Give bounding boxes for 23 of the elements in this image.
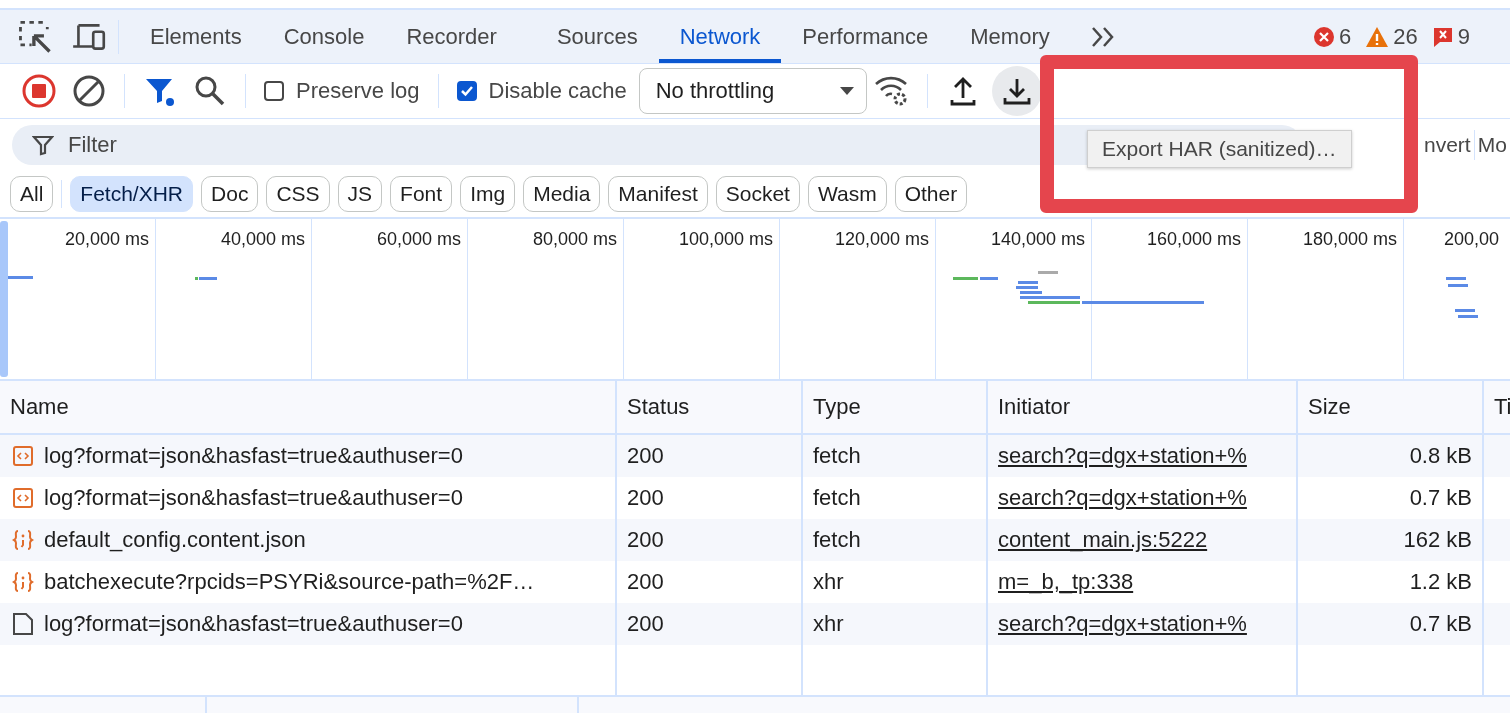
table-cell: 200 — [617, 603, 803, 645]
time-tick-label: 100,000 ms — [678, 229, 773, 251]
table-cell: 0.8 kB — [1298, 435, 1484, 477]
time-tick-label: 120,000 ms — [834, 229, 929, 251]
time-tick-label: 60,000 ms — [376, 229, 461, 251]
issues-count: 9 — [1457, 23, 1470, 50]
table-cell: 162 kB — [1298, 519, 1484, 561]
time-tick-label: 180,000 ms — [1302, 229, 1397, 251]
time-tick-label: 140,000 ms — [990, 229, 1085, 251]
time-tick-label: 20,000 ms — [64, 229, 149, 251]
table-cell: fetch — [803, 519, 988, 561]
warning-count: 26 — [1393, 23, 1418, 50]
time-tick-label: 200,00 — [1444, 229, 1500, 251]
table-cell: fetch — [803, 435, 988, 477]
table-cell: xhr — [803, 603, 988, 645]
table-cell: 200 — [617, 519, 803, 561]
time-tick-label: 40,000 ms — [220, 229, 305, 251]
export-tooltip: Export HAR (sanitized)… — [1087, 130, 1352, 168]
time-tick-label: 160,000 ms — [1146, 229, 1241, 251]
table-cell: 200 — [617, 435, 803, 477]
table-cell: 0.7 kB — [1298, 603, 1484, 645]
time-tick-label: 80,000 ms — [532, 229, 617, 251]
error-count: 6 — [1339, 23, 1352, 50]
